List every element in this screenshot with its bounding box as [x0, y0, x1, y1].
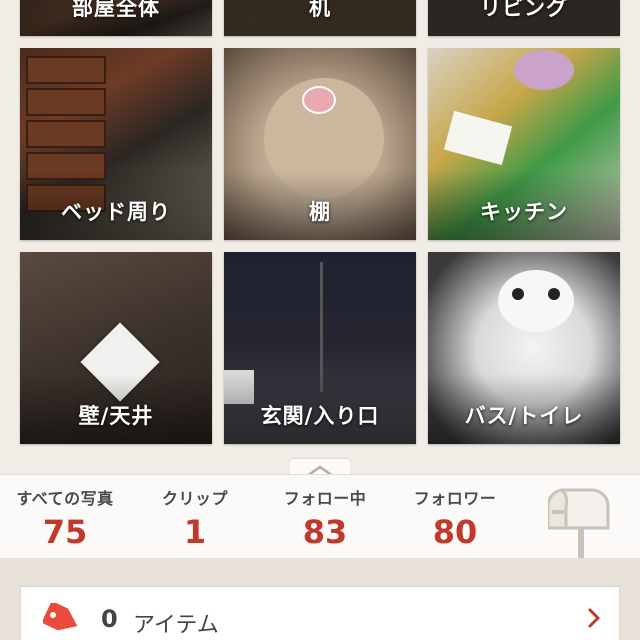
cat-eye-shape [548, 288, 560, 300]
stat-value: 75 [42, 513, 88, 551]
stat-label: フォロワー [413, 489, 497, 508]
items-label: アイテム [133, 613, 219, 638]
stat-all-photos[interactable]: すべての写真 75 [0, 485, 130, 551]
stat-label: すべての写真 [16, 489, 114, 508]
cat-eye-shape [512, 288, 524, 300]
stat-label: フォロー中 [283, 489, 367, 508]
cup-shape [514, 50, 574, 90]
drawer-shape [26, 120, 106, 148]
category-label: リビング [480, 0, 568, 20]
pole-shape [320, 262, 323, 392]
profile-stats-bar: すべての写真 75 クリップ 1 フォロー中 83 フォロワー 80 [0, 474, 640, 558]
stat-value: 80 [432, 513, 478, 551]
items-row[interactable]: 0 アイテム [20, 586, 620, 640]
stat-value: 1 [183, 513, 207, 551]
chevron-right-icon [588, 608, 600, 628]
stat-label: クリップ [161, 489, 228, 508]
category-tile-shelf[interactable]: 棚 [224, 48, 416, 240]
category-tile-kitchen[interactable]: キッチン [428, 48, 620, 240]
category-label: 机 [309, 0, 331, 20]
category-label: キッチン [480, 200, 568, 224]
heart-ornament-shape [302, 86, 336, 114]
card-shape [443, 110, 513, 166]
category-tile-room[interactable]: 部屋全体 [20, 0, 212, 36]
mailbox-icon[interactable] [548, 486, 614, 558]
category-tile-bath[interactable]: バス/トイレ [428, 252, 620, 444]
category-label: 棚 [309, 200, 331, 224]
category-tile-desk[interactable]: 机 [224, 0, 416, 36]
drawer-shape [26, 88, 106, 116]
items-count: 0 [101, 605, 118, 633]
stat-clips[interactable]: クリップ 1 [130, 485, 260, 551]
stat-following[interactable]: フォロー中 83 [260, 485, 390, 551]
category-tile-bed[interactable]: ベッド周り [20, 48, 212, 240]
category-label: 部屋全体 [72, 0, 160, 20]
cat-photo-shape [498, 270, 574, 332]
category-tile-living[interactable]: リビング [428, 0, 620, 36]
tag-icon [43, 603, 78, 631]
category-grid: 部屋全体 机 リビング ベッド周り 棚 キッチン 壁/天井 玄関/入り口 バス/… [0, 0, 640, 474]
category-label: 壁/天井 [78, 404, 154, 428]
category-tile-wall[interactable]: 壁/天井 [20, 252, 212, 444]
stat-value: 83 [302, 513, 348, 551]
stat-followers[interactable]: フォロワー 80 [390, 485, 520, 551]
category-label: ベッド周り [61, 200, 171, 224]
category-label: バス/トイレ [464, 404, 584, 428]
category-label: 玄関/入り口 [260, 404, 380, 428]
drawer-shape [26, 56, 106, 84]
category-tile-entrance[interactable]: 玄関/入り口 [224, 252, 416, 444]
